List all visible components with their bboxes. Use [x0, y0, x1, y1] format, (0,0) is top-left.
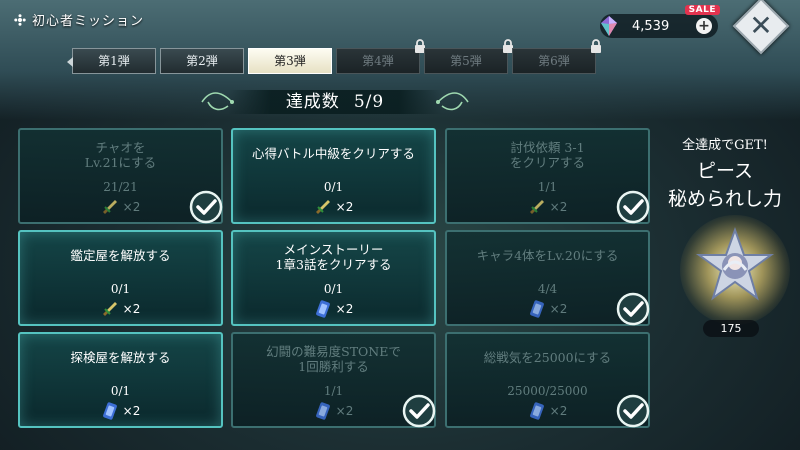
- page-title-text: 初心者ミッション: [32, 14, 145, 29]
- reward-count: ×2: [335, 200, 354, 214]
- check-icon: [616, 190, 650, 224]
- completion-reward-text: 全達成でGET! ピース 秘められし力: [660, 134, 790, 211]
- sale-badge: SALE: [684, 5, 720, 15]
- reward-count: ×2: [549, 404, 568, 418]
- mission-reward: ×2: [233, 300, 434, 318]
- achievement-progress: 達成数 5/9: [200, 88, 470, 116]
- lock-icon: [591, 39, 601, 53]
- mission-name: チャオを Lv.21にする: [84, 140, 157, 170]
- mission-reward: ×2: [233, 198, 434, 216]
- mission-progress: 0/1: [323, 180, 344, 194]
- ticket-icon: [101, 402, 119, 420]
- currency-amount: 4,539: [632, 18, 670, 34]
- mission-name: メインストーリー 1章3話をクリアする: [275, 242, 392, 272]
- page-title: 初心者ミッション: [14, 10, 144, 29]
- completion-reward-name: ピース: [696, 160, 754, 182]
- mission-name: 討伐依頼 3-1 をクリアする: [509, 140, 585, 170]
- mission-name: 鑑定屋を解放する: [70, 248, 171, 263]
- gem-icon: [601, 16, 617, 36]
- vine-ornament-icon: [436, 92, 469, 111]
- reward-count: ×2: [122, 404, 141, 418]
- sword-icon: [528, 198, 546, 216]
- mission-name: 探検屋を解放する: [70, 350, 171, 365]
- mission-card[interactable]: 総戦気を25000にする 25000/25000 ×2: [445, 332, 650, 428]
- tab-label: 第2弾: [186, 54, 218, 68]
- tab-1[interactable]: 第1弾: [67, 48, 156, 74]
- star-character-icon[interactable]: [696, 226, 774, 304]
- ticket-icon: [528, 300, 546, 318]
- reward-piece-count: 175: [703, 320, 759, 337]
- mission-card[interactable]: 討伐依頼 3-1 をクリアする 1/1 ×2: [445, 128, 650, 224]
- left-arrow-icon: [67, 57, 73, 67]
- mission-reward: ×2: [20, 300, 221, 318]
- mission-card[interactable]: メインストーリー 1章3話をクリアする 0/1 ×2: [231, 230, 436, 326]
- tab-2[interactable]: 第2弾: [160, 48, 244, 74]
- tab-label: 第6弾: [538, 54, 570, 68]
- reward-count: ×2: [122, 200, 141, 214]
- ticket-icon: [314, 300, 332, 318]
- vine-ornament-icon: [201, 92, 234, 111]
- tab-label: 第4弾: [362, 54, 394, 68]
- sword-icon: [101, 198, 119, 216]
- check-icon: [189, 190, 223, 224]
- tab-5[interactable]: 第5弾: [424, 39, 513, 74]
- mission-name: 総戦気を25000にする: [483, 350, 612, 365]
- gear-flower-icon: [14, 13, 26, 26]
- tab-6[interactable]: 第6弾: [512, 39, 601, 74]
- reward-count: ×2: [335, 404, 354, 418]
- tab-label: 第5弾: [450, 54, 482, 68]
- mission-card[interactable]: 心得バトル中級をクリアする 0/1 ×2: [231, 128, 436, 224]
- mission-name: 幻闘の難易度STONEで 1回勝利する: [266, 344, 401, 374]
- close-button[interactable]: ✕: [741, 6, 781, 46]
- sword-icon: [101, 300, 119, 318]
- sword-icon: [314, 198, 332, 216]
- ticket-icon: [314, 402, 332, 420]
- progress-value: 5/9: [353, 92, 385, 112]
- mission-card[interactable]: チャオを Lv.21にする 21/21 ×2: [18, 128, 223, 224]
- check-icon: [402, 394, 436, 428]
- reward-count: ×2: [549, 302, 568, 316]
- reward-count: ×2: [549, 200, 568, 214]
- tab-4[interactable]: 第4弾: [336, 39, 425, 74]
- completion-reward-caption: 全達成でGET!: [682, 138, 768, 153]
- progress-label: 達成数: [285, 92, 340, 112]
- check-icon: [616, 292, 650, 326]
- completion-reward-subname: 秘められし力: [667, 188, 782, 210]
- mission-progress: 0/1: [110, 384, 131, 398]
- reward-count: ×2: [335, 302, 354, 316]
- ticket-icon: [528, 402, 546, 420]
- mission-name: キャラ4体をLv.20にする: [476, 248, 619, 263]
- reward-count: ×2: [122, 302, 141, 316]
- mission-reward: ×2: [20, 402, 221, 420]
- mission-card[interactable]: キャラ4体をLv.20にする 4/4 ×2: [445, 230, 650, 326]
- tab-label: 第3弾: [274, 54, 306, 68]
- currency-display: 4,539 + SALE: [600, 5, 720, 38]
- mission-card[interactable]: 鑑定屋を解放する 0/1 ×2: [18, 230, 223, 326]
- mission-name: 心得バトル中級をクリアする: [252, 146, 415, 161]
- mission-progress: 0/1: [110, 282, 131, 296]
- tab-3[interactable]: 第3弾: [248, 48, 332, 74]
- mission-progress: 0/1: [323, 282, 344, 296]
- mission-card[interactable]: 幻闘の難易度STONEで 1回勝利する 1/1 ×2: [231, 332, 436, 428]
- mission-card[interactable]: 探検屋を解放する 0/1 ×2: [18, 332, 223, 428]
- add-currency-button[interactable]: +: [696, 18, 712, 34]
- check-icon: [616, 394, 650, 428]
- tab-label: 第1弾: [98, 54, 130, 68]
